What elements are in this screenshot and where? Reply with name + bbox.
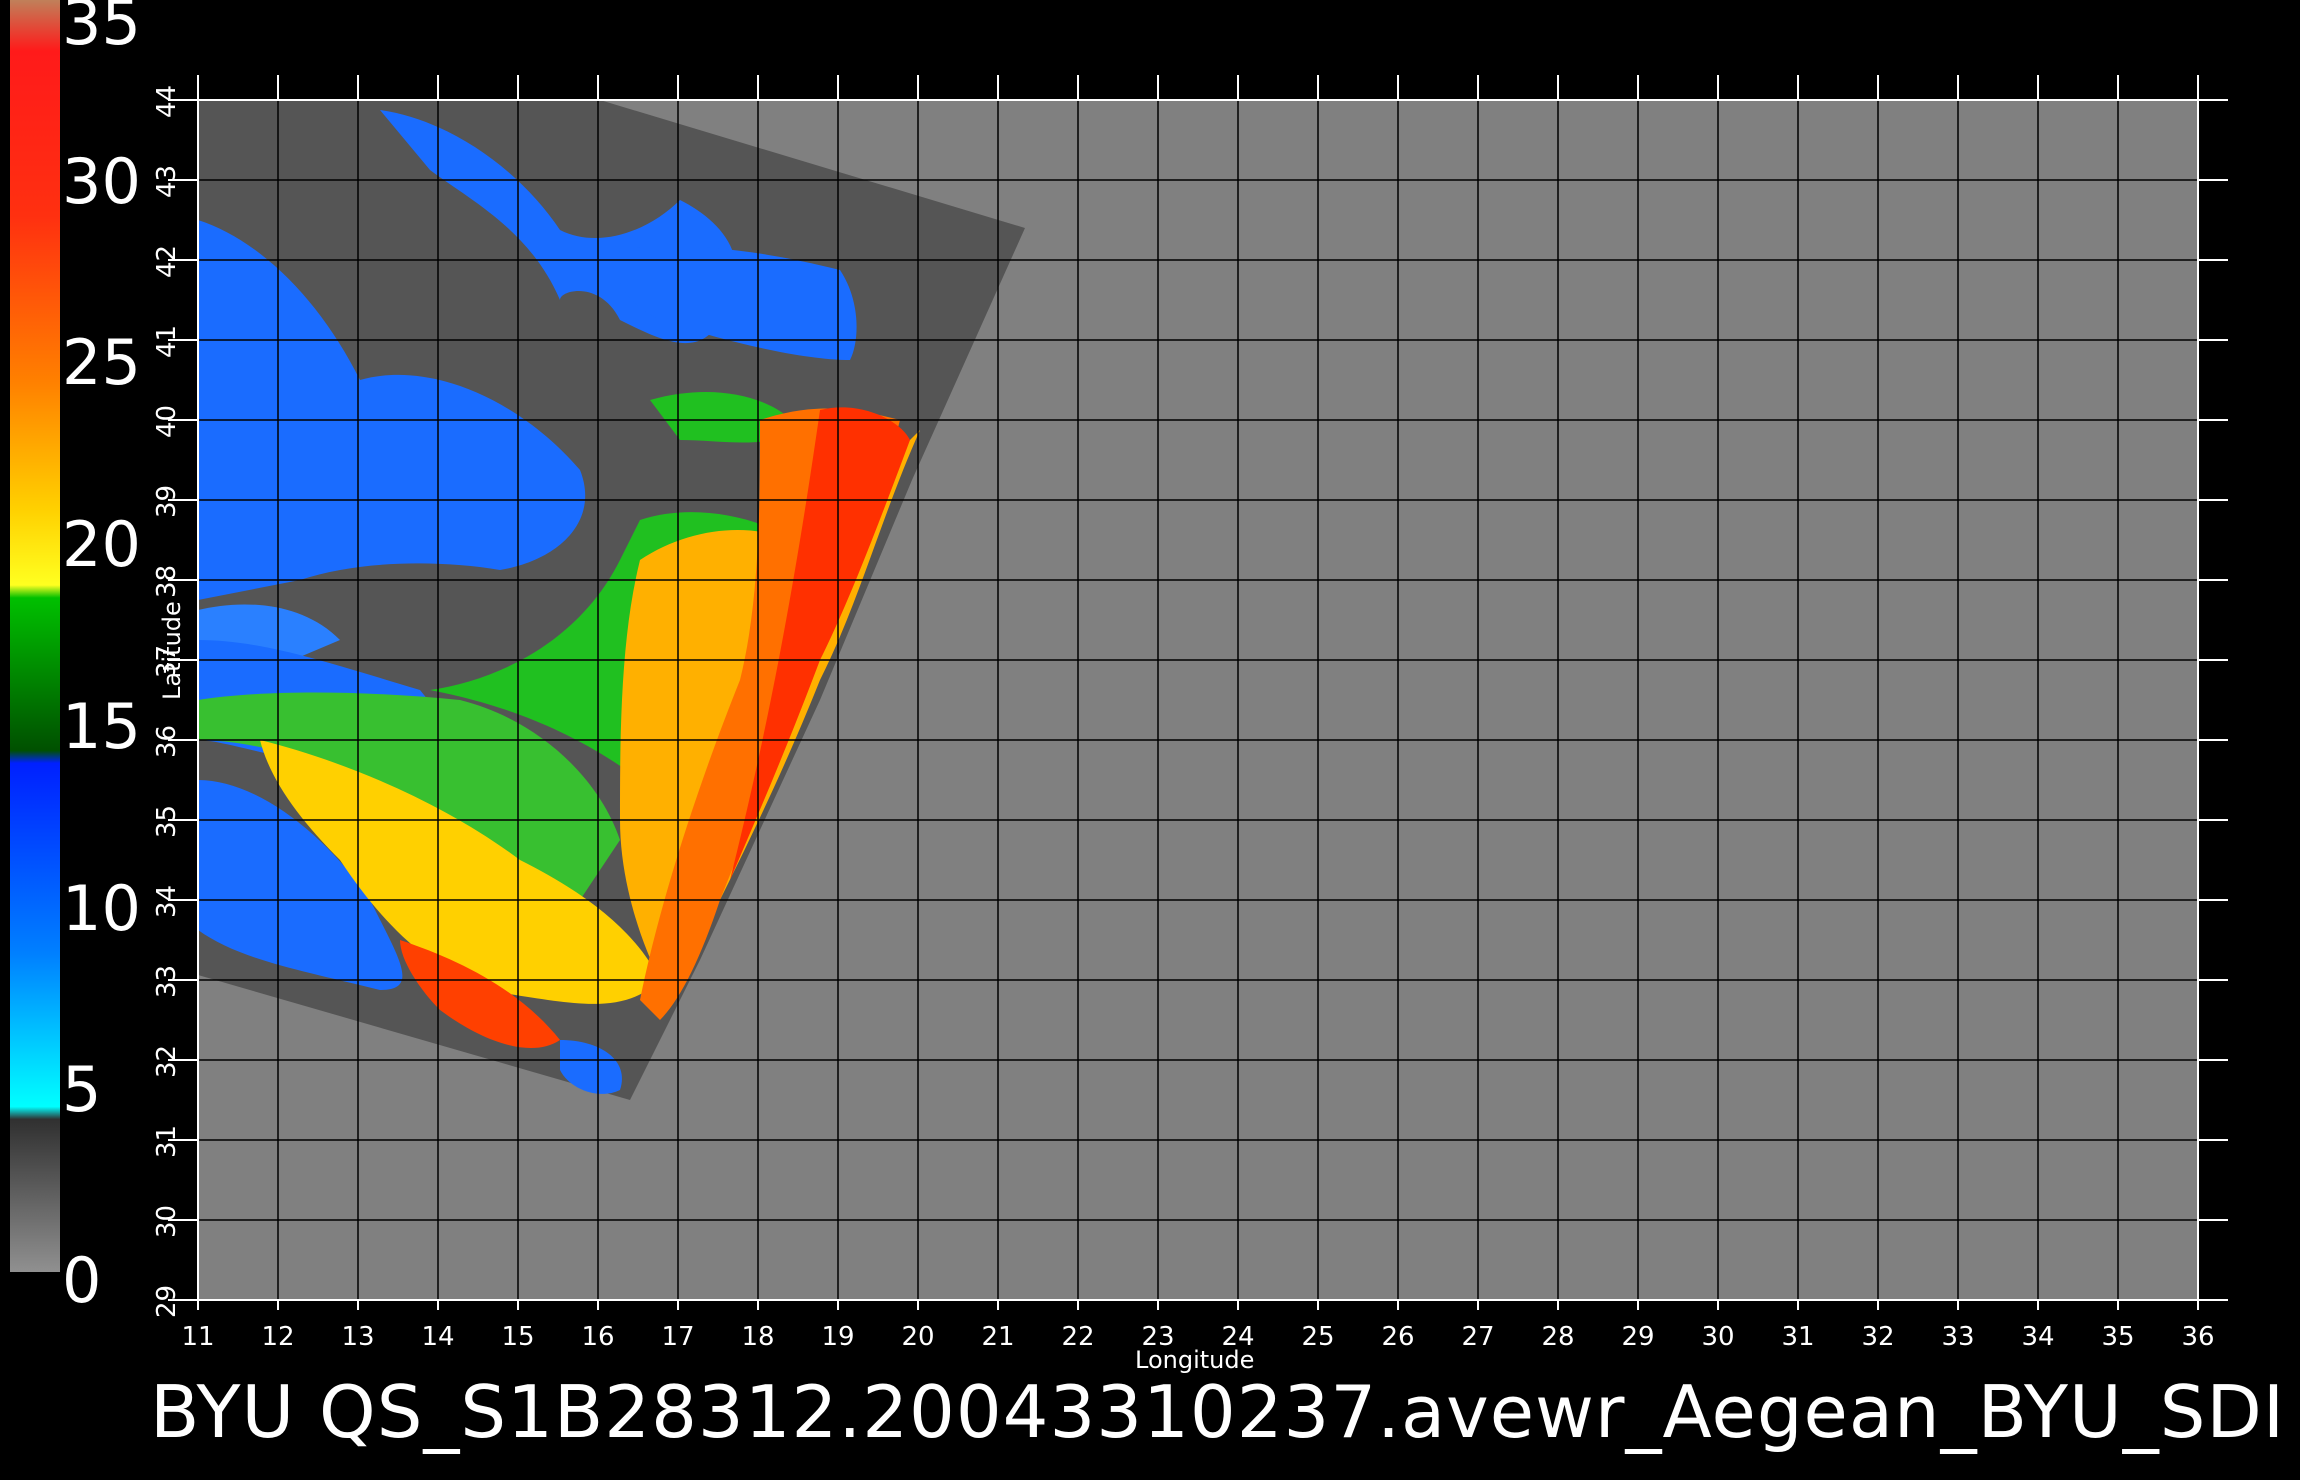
x-tick-label: 29 xyxy=(1621,1322,1655,1352)
colorbar-gradient xyxy=(10,0,60,1272)
y-tick-label: 29 xyxy=(152,1284,182,1318)
y-tick-label: 33 xyxy=(152,964,182,998)
x-tick-label: 15 xyxy=(501,1322,535,1352)
x-tick-label: 28 xyxy=(1541,1322,1575,1352)
y-tick-label: 39 xyxy=(152,484,182,518)
colorbar-label: 20 xyxy=(62,508,141,582)
x-tick-label: 13 xyxy=(341,1322,375,1352)
wind-map xyxy=(10,0,2228,1310)
x-tick-label: 17 xyxy=(661,1322,695,1352)
colorbar-label: 10 xyxy=(62,871,141,945)
y-tick-label: 34 xyxy=(152,884,182,918)
y-tick-label: 36 xyxy=(152,724,182,758)
x-tick-label: 33 xyxy=(1941,1322,1975,1352)
x-tick-label: 14 xyxy=(421,1322,455,1352)
x-tick-label: 30 xyxy=(1701,1322,1735,1352)
x-tick-label: 27 xyxy=(1461,1322,1495,1352)
x-tick-label: 25 xyxy=(1301,1322,1335,1352)
y-tick-label: 42 xyxy=(152,244,182,278)
x-tick-label: 34 xyxy=(2021,1322,2055,1352)
x-tick-label: 32 xyxy=(1861,1322,1895,1352)
x-tick-label: 20 xyxy=(901,1322,935,1352)
colorbar-label: 25 xyxy=(62,326,141,400)
x-tick-label: 31 xyxy=(1781,1322,1815,1352)
colorbar-label: 35 xyxy=(62,0,141,59)
y-tick-label: 38 xyxy=(152,564,182,598)
colorbar-label: 5 xyxy=(62,1053,102,1127)
y-tick-label: 43 xyxy=(152,164,182,198)
x-tick-label: 18 xyxy=(741,1322,775,1352)
y-tick-label: 44 xyxy=(152,84,182,118)
x-tick-label: 16 xyxy=(581,1322,615,1352)
x-tick-label: 22 xyxy=(1061,1322,1095,1352)
x-tick-label: 19 xyxy=(821,1322,855,1352)
y-tick-label: 30 xyxy=(152,1204,182,1238)
y-tick-label: 41 xyxy=(152,324,182,358)
colorbar-label: 30 xyxy=(62,144,141,218)
image-caption: BYU QS_S1B28312.20043310237.avewr_Aegean… xyxy=(150,1370,2286,1454)
x-tick-label: 36 xyxy=(2181,1322,2215,1352)
y-tick-label: 35 xyxy=(152,804,182,838)
x-tick-label: 11 xyxy=(181,1322,215,1352)
y-axis-label: Latitude xyxy=(158,601,186,700)
colorbar-label: 15 xyxy=(62,689,141,763)
colorbar-label: 0 xyxy=(62,1244,102,1317)
x-tick-label: 21 xyxy=(981,1322,1015,1352)
y-tick-label: 31 xyxy=(152,1124,182,1158)
y-tick-label: 40 xyxy=(152,404,182,438)
y-tick-label: 32 xyxy=(152,1044,182,1078)
x-tick-label: 26 xyxy=(1381,1322,1415,1352)
x-tick-label: 12 xyxy=(261,1322,295,1352)
x-tick-label: 35 xyxy=(2101,1322,2135,1352)
